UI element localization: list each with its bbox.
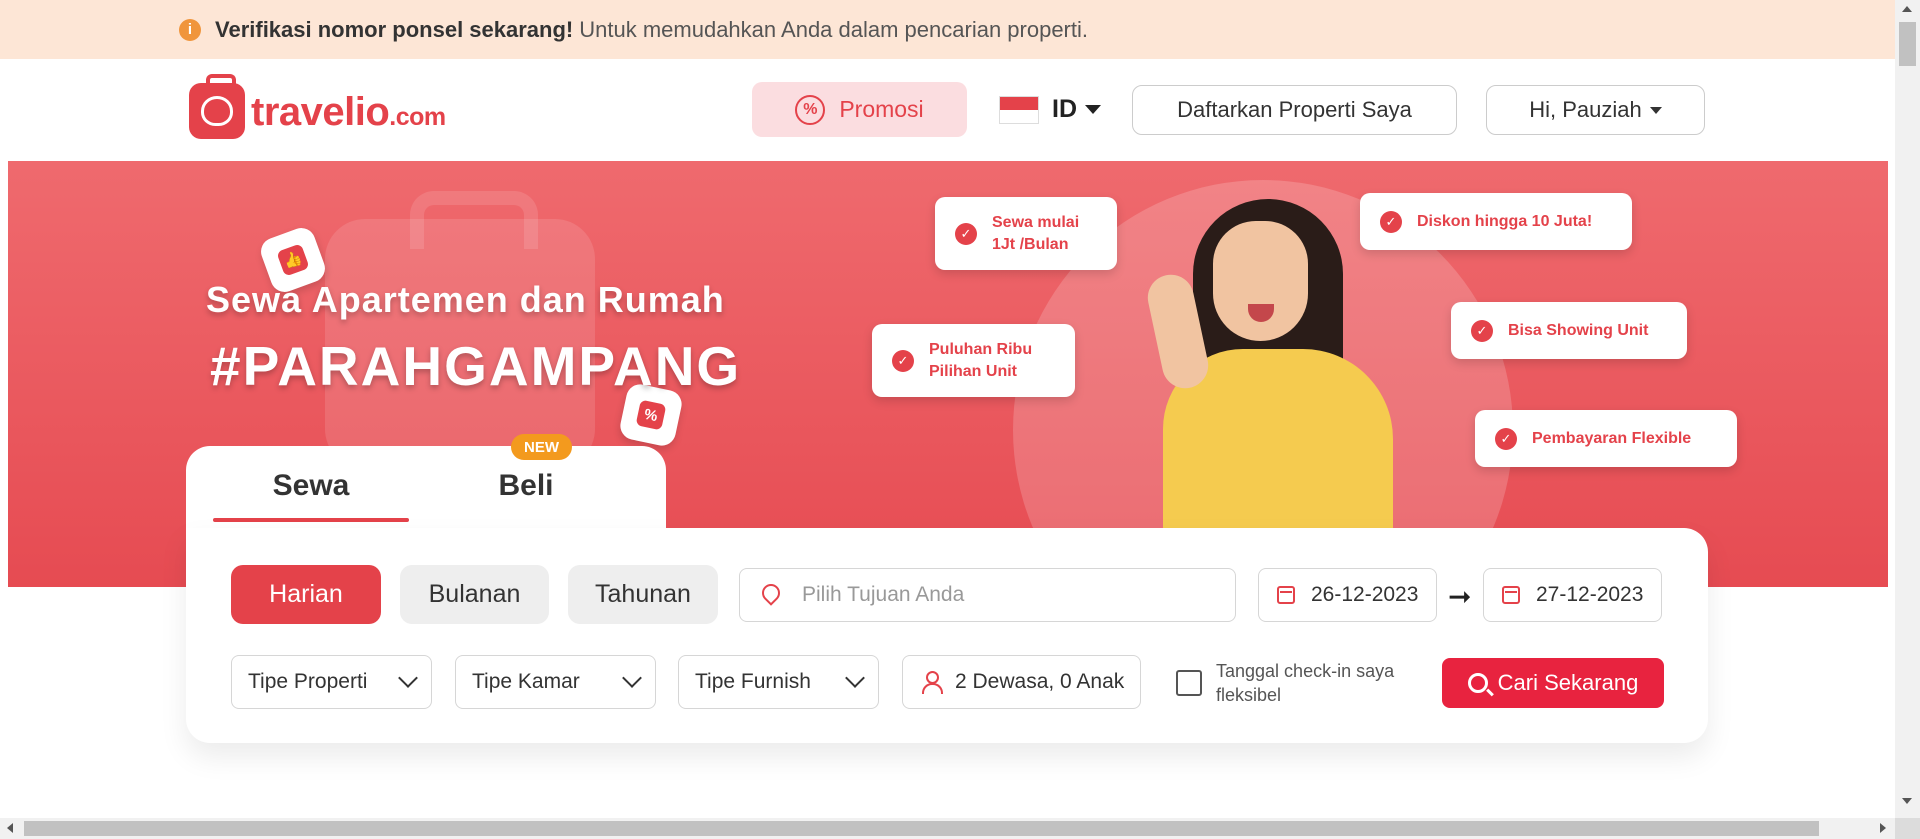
guests-value: 2 Dewasa, 0 Anak [955,670,1125,693]
checkin-date-field[interactable]: 26-12-2023 [1258,568,1437,622]
checkin-date: 26-12-2023 [1311,583,1419,606]
calendar-icon [1502,586,1520,604]
active-tab-indicator [213,518,409,522]
new-badge: NEW [511,434,572,460]
user-greeting: Hi, Pauziah [1529,97,1642,122]
language-selector[interactable]: ID [999,95,1101,124]
list-property-label: Daftarkan Properti Saya [1177,97,1412,122]
user-menu-button[interactable]: Hi, Pauziah [1486,85,1705,135]
arrow-right-icon: ➞ [1448,581,1472,612]
caret-down-icon [1085,105,1101,114]
tab-sewa[interactable]: Sewa [214,446,408,526]
promo-label: Promosi [839,96,924,122]
feature-badge: ✓ Sewa mulai 1Jt /Bulan [935,197,1117,270]
person-icon [921,671,943,694]
duration-bulanan-button[interactable]: Bulanan [400,565,549,624]
scroll-left-icon[interactable] [7,823,13,833]
scrollbar-corner [1895,818,1920,839]
flexible-date-label: Tanggal check-in saya fleksibel [1216,661,1395,705]
scroll-up-icon[interactable] [1902,6,1912,12]
feature-text: Diskon hingga 10 Juta! [1417,212,1593,230]
room-type-select[interactable]: Tipe Kamar [455,655,656,709]
furnish-type-value: Tipe Furnish [695,670,811,693]
scroll-down-icon[interactable] [1902,798,1912,804]
check-circle-icon: ✓ [1380,210,1402,233]
caret-down-icon [1649,106,1662,114]
destination-placeholder: Pilih Tujuan Anda [802,583,965,606]
vertical-scrollbar[interactable] [1895,0,1920,818]
furnish-type-select[interactable]: Tipe Furnish [678,655,879,709]
feature-text: Pembayaran Flexible [1532,429,1692,447]
checkout-date: 27-12-2023 [1536,583,1644,606]
feature-badge: ✓ Bisa Showing Unit [1451,302,1687,359]
feature-text: Puluhan Ribu Pilihan Unit [929,340,1033,380]
language-code: ID [1052,95,1077,123]
promo-button[interactable]: % Promosi [752,82,967,137]
search-submit-button[interactable]: Cari Sekarang [1442,658,1664,708]
hero-title: Sewa Apartemen dan Rumah [206,279,725,320]
page: i Verifikasi nomor ponsel sekarang! Untu… [0,0,1920,839]
verification-notice[interactable]: i Verifikasi nomor ponsel sekarang! Untu… [0,0,1895,59]
chevron-down-icon [845,668,865,688]
flexible-date-checkbox[interactable] [1176,670,1202,696]
feature-badge: ✓ Diskon hingga 10 Juta! [1360,193,1632,250]
check-circle-icon: ✓ [1471,319,1493,342]
room-type-value: Tipe Kamar [472,670,580,693]
discount-icon: % [795,94,826,125]
chevron-down-icon [622,668,642,688]
duration-tahunan-button[interactable]: Tahunan [568,565,718,624]
search-submit-label: Cari Sekarang [1497,670,1639,695]
search-card: Harian Bulanan Tahunan Pilih Tujuan Anda… [186,528,1708,743]
list-property-button[interactable]: Daftarkan Properti Saya [1132,85,1457,135]
logo-text: travelio.com [251,90,446,134]
calendar-icon [1277,586,1295,604]
check-circle-icon: ✓ [1495,427,1517,450]
indonesia-flag-icon [999,95,1039,124]
guests-field[interactable]: 2 Dewasa, 0 Anak [902,655,1141,709]
notice-text: Untuk memudahkan Anda dalam pencarian pr… [579,16,1088,42]
feature-text: Bisa Showing Unit [1508,321,1649,339]
scroll-right-icon[interactable] [1880,823,1886,833]
search-tabs: Sewa Beli [186,446,666,536]
feature-badge: ✓ Puluhan Ribu Pilihan Unit [872,324,1075,397]
horizontal-scrollbar[interactable] [0,818,1895,839]
notice-bold-text: Verifikasi nomor ponsel sekarang! [215,16,574,42]
info-icon: i [179,18,201,41]
destination-input[interactable]: Pilih Tujuan Anda [739,568,1236,622]
chevron-down-icon [398,668,418,688]
travelio-logo[interactable]: travelio.com [189,74,446,139]
horizontal-scroll-thumb[interactable] [24,821,1819,836]
duration-harian-button[interactable]: Harian [231,565,381,624]
vertical-scroll-thumb[interactable] [1899,22,1916,66]
logo-bag-icon [189,74,245,139]
property-type-value: Tipe Properti [248,670,368,693]
flexible-date-option[interactable]: Tanggal check-in saya fleksibel [1176,659,1406,707]
check-circle-icon: ✓ [955,222,977,245]
site-header: travelio.com % Promosi ID Daftarkan Prop… [0,59,1895,161]
feature-badge: ✓ Pembayaran Flexible [1475,410,1737,467]
hero-tagline: #PARAHGAMPANG [210,335,742,397]
property-type-select[interactable]: Tipe Properti [231,655,432,709]
location-pin-icon [762,584,780,606]
check-circle-icon: ✓ [892,349,914,372]
checkout-date-field[interactable]: 27-12-2023 [1483,568,1662,622]
search-icon [1467,673,1488,693]
feature-text: Sewa mulai 1Jt /Bulan [992,213,1080,253]
